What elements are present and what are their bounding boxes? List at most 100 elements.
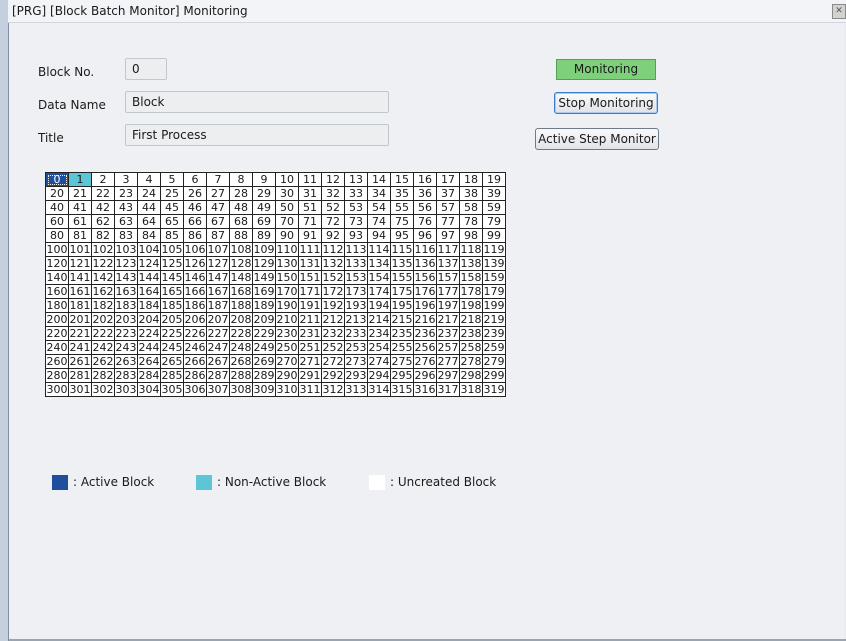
block-cell[interactable]: 275 xyxy=(390,354,414,369)
block-cell[interactable]: 143 xyxy=(114,270,138,285)
block-cell[interactable]: 282 xyxy=(91,368,115,383)
block-cell[interactable]: 249 xyxy=(252,340,276,355)
block-cell[interactable]: 41 xyxy=(68,200,92,215)
block-cell[interactable]: 308 xyxy=(229,382,253,397)
block-cell[interactable]: 151 xyxy=(298,270,322,285)
block-cell[interactable]: 85 xyxy=(160,228,184,243)
block-cell[interactable]: 34 xyxy=(367,186,391,201)
block-cell[interactable]: 29 xyxy=(252,186,276,201)
block-cell[interactable]: 214 xyxy=(367,312,391,327)
block-cell[interactable]: 250 xyxy=(275,340,299,355)
block-cell[interactable]: 159 xyxy=(482,270,506,285)
block-cell[interactable]: 111 xyxy=(298,242,322,257)
block-cell[interactable]: 51 xyxy=(298,200,322,215)
block-cell[interactable]: 206 xyxy=(183,312,207,327)
block-cell[interactable]: 114 xyxy=(367,242,391,257)
block-cell[interactable]: 9 xyxy=(252,172,276,187)
block-cell[interactable]: 182 xyxy=(91,298,115,313)
block-cell[interactable]: 120 xyxy=(45,256,69,271)
block-cell[interactable]: 146 xyxy=(183,270,207,285)
block-cell[interactable]: 98 xyxy=(459,228,483,243)
block-cell[interactable]: 188 xyxy=(229,298,253,313)
block-cell[interactable]: 262 xyxy=(91,354,115,369)
block-cell[interactable]: 173 xyxy=(344,284,368,299)
block-cell[interactable]: 167 xyxy=(206,284,230,299)
block-cell[interactable]: 234 xyxy=(367,326,391,341)
block-cell[interactable]: 36 xyxy=(413,186,437,201)
block-cell[interactable]: 128 xyxy=(229,256,253,271)
block-cell[interactable]: 39 xyxy=(482,186,506,201)
block-cell[interactable]: 20 xyxy=(45,186,69,201)
block-cell[interactable]: 49 xyxy=(252,200,276,215)
block-cell[interactable]: 12 xyxy=(321,172,345,187)
block-cell[interactable]: 198 xyxy=(459,298,483,313)
block-cell[interactable]: 84 xyxy=(137,228,161,243)
block-cell[interactable]: 96 xyxy=(413,228,437,243)
stop-monitoring-button[interactable]: Stop Monitoring xyxy=(554,92,658,114)
block-cell[interactable]: 44 xyxy=(137,200,161,215)
block-cell[interactable]: 102 xyxy=(91,242,115,257)
block-cell[interactable]: 293 xyxy=(344,368,368,383)
block-cell[interactable]: 229 xyxy=(252,326,276,341)
block-cell[interactable]: 14 xyxy=(367,172,391,187)
block-cell[interactable]: 53 xyxy=(344,200,368,215)
block-cell[interactable]: 310 xyxy=(275,382,299,397)
block-cell[interactable]: 113 xyxy=(344,242,368,257)
block-cell[interactable]: 18 xyxy=(459,172,483,187)
title-bar[interactable]: [PRG] [Block Batch Monitor] Monitoring ✕ xyxy=(8,0,846,23)
block-cell[interactable]: 309 xyxy=(252,382,276,397)
block-cell[interactable]: 183 xyxy=(114,298,138,313)
block-cell[interactable]: 104 xyxy=(137,242,161,257)
block-cell[interactable]: 197 xyxy=(436,298,460,313)
block-cell[interactable]: 175 xyxy=(390,284,414,299)
block-cell[interactable]: 80 xyxy=(45,228,69,243)
block-cell[interactable]: 219 xyxy=(482,312,506,327)
block-cell[interactable]: 224 xyxy=(137,326,161,341)
block-cell[interactable]: 75 xyxy=(390,214,414,229)
block-cell[interactable]: 165 xyxy=(160,284,184,299)
block-cell[interactable]: 116 xyxy=(413,242,437,257)
block-cell[interactable]: 171 xyxy=(298,284,322,299)
block-cell[interactable]: 240 xyxy=(45,340,69,355)
block-cell[interactable]: 59 xyxy=(482,200,506,215)
block-cell[interactable]: 13 xyxy=(344,172,368,187)
block-cell[interactable]: 74 xyxy=(367,214,391,229)
block-cell[interactable]: 314 xyxy=(367,382,391,397)
block-cell[interactable]: 89 xyxy=(252,228,276,243)
block-cell[interactable]: 154 xyxy=(367,270,391,285)
block-cell[interactable]: 87 xyxy=(206,228,230,243)
block-cell[interactable]: 315 xyxy=(390,382,414,397)
block-cell[interactable]: 78 xyxy=(459,214,483,229)
block-cell[interactable]: 90 xyxy=(275,228,299,243)
block-cell[interactable]: 287 xyxy=(206,368,230,383)
block-cell[interactable]: 115 xyxy=(390,242,414,257)
block-cell[interactable]: 108 xyxy=(229,242,253,257)
block-cell[interactable]: 176 xyxy=(413,284,437,299)
block-cell[interactable]: 215 xyxy=(390,312,414,327)
block-cell[interactable]: 30 xyxy=(275,186,299,201)
block-cell[interactable]: 65 xyxy=(160,214,184,229)
block-cell[interactable]: 68 xyxy=(229,214,253,229)
block-cell[interactable]: 211 xyxy=(298,312,322,327)
block-cell[interactable]: 316 xyxy=(413,382,437,397)
block-cell[interactable]: 136 xyxy=(413,256,437,271)
block-cell[interactable]: 192 xyxy=(321,298,345,313)
block-cell[interactable]: 91 xyxy=(298,228,322,243)
block-cell[interactable]: 295 xyxy=(390,368,414,383)
block-cell[interactable]: 140 xyxy=(45,270,69,285)
block-cell[interactable]: 311 xyxy=(298,382,322,397)
block-cell[interactable]: 152 xyxy=(321,270,345,285)
block-cell[interactable]: 63 xyxy=(114,214,138,229)
block-cell[interactable]: 132 xyxy=(321,256,345,271)
block-cell[interactable]: 258 xyxy=(459,340,483,355)
block-cell[interactable]: 239 xyxy=(482,326,506,341)
block-cell[interactable]: 296 xyxy=(413,368,437,383)
block-cell[interactable]: 57 xyxy=(436,200,460,215)
block-cell[interactable]: 281 xyxy=(68,368,92,383)
block-cell[interactable]: 168 xyxy=(229,284,253,299)
block-cell[interactable]: 27 xyxy=(206,186,230,201)
block-cell[interactable]: 318 xyxy=(459,382,483,397)
block-cell[interactable]: 25 xyxy=(160,186,184,201)
block-cell[interactable]: 46 xyxy=(183,200,207,215)
block-cell[interactable]: 263 xyxy=(114,354,138,369)
